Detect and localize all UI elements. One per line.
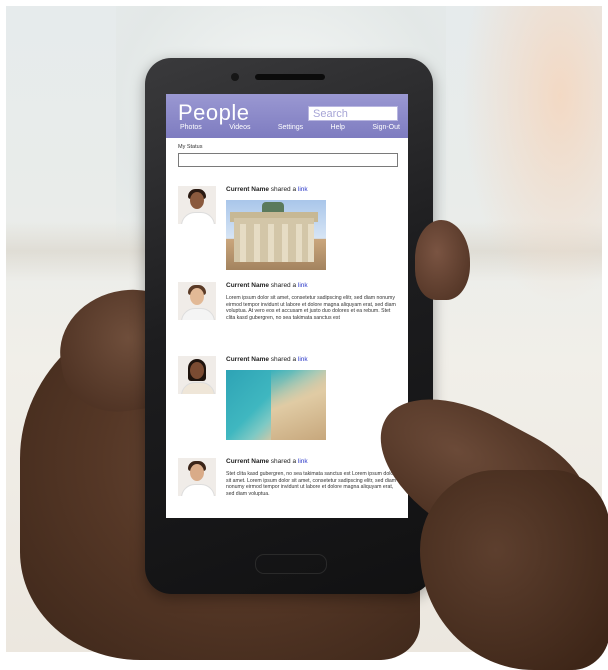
post-action: shared a	[270, 186, 297, 193]
post-author[interactable]: Current Name	[226, 282, 269, 289]
avatar	[178, 186, 216, 224]
post-author[interactable]: Current Name	[226, 458, 269, 465]
nav-photos[interactable]: Photos	[180, 124, 202, 138]
search-input[interactable]: Search	[308, 106, 398, 121]
nav-bar: Photos Videos Settings Help Sign-Out	[166, 124, 408, 138]
post-author[interactable]: Current Name	[226, 186, 269, 193]
post-link[interactable]: link	[298, 186, 308, 193]
earpiece	[255, 74, 325, 80]
status-input[interactable]	[178, 153, 398, 167]
avatar	[178, 282, 216, 320]
app-header: People Search Photos Videos Settings Hel…	[166, 94, 408, 138]
post-header: Current Name shared a link	[226, 458, 406, 466]
post-action: shared a	[270, 282, 297, 289]
city-gate-photo[interactable]	[226, 200, 326, 270]
post-link[interactable]: link	[298, 458, 308, 465]
app-title: People	[178, 100, 250, 125]
avatar	[178, 356, 216, 394]
post-author[interactable]: Current Name	[226, 356, 269, 363]
post-action: shared a	[270, 458, 297, 465]
post-action: shared a	[270, 356, 297, 363]
post-text: Stet clita kasd gubergren, no sea takima…	[226, 471, 397, 497]
nav-sign-out[interactable]: Sign-Out	[372, 124, 400, 138]
home-button[interactable]	[255, 554, 327, 574]
nav-videos[interactable]: Videos	[229, 124, 250, 138]
post-text: Lorem ipsum dolor sit amet, consetetur s…	[226, 295, 396, 321]
finger-tip	[415, 220, 470, 300]
background-blur	[462, 6, 602, 306]
phone-screen: People Search Photos Videos Settings Hel…	[166, 94, 408, 518]
status-label: My Status	[178, 144, 203, 150]
nav-settings[interactable]: Settings	[278, 124, 303, 138]
post-header: Current Name shared a link	[226, 356, 406, 364]
post-link[interactable]: link	[298, 356, 308, 363]
avatar	[178, 458, 216, 496]
post-link[interactable]: link	[298, 282, 308, 289]
post-header: Current Name shared a link	[226, 186, 406, 194]
beach-photo[interactable]	[226, 370, 326, 440]
front-camera	[231, 73, 239, 81]
nav-help[interactable]: Help	[331, 124, 345, 138]
post-header: Current Name shared a link	[226, 282, 406, 290]
